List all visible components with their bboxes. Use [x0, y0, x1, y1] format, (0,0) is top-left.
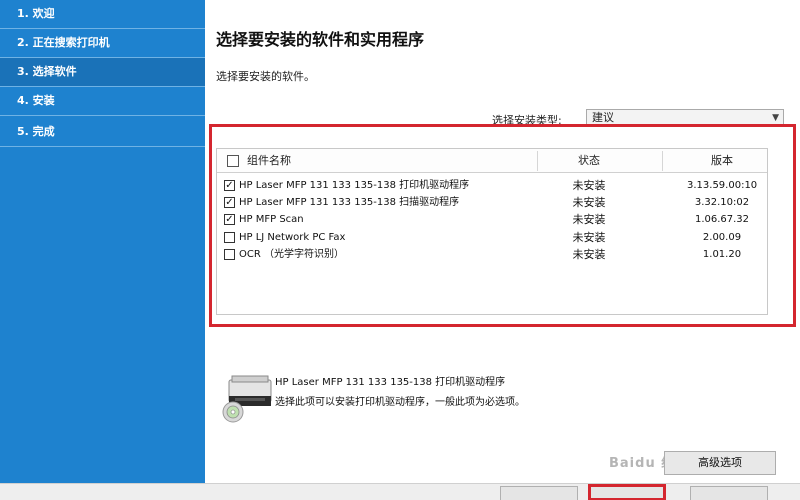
- step-search-printer: 2. 正在搜索打印机: [0, 29, 205, 58]
- column-header-status[interactable]: 状态: [559, 149, 619, 173]
- column-divider[interactable]: [662, 151, 663, 171]
- component-checkbox[interactable]: [224, 249, 235, 260]
- selected-component-description: 选择此项可以安装打印机驱动程序，一般此项为必选项。: [275, 397, 525, 408]
- component-checkbox[interactable]: ✓: [224, 180, 235, 191]
- table-row[interactable]: HP LJ Network PC Fax 未安装 2.00.09: [217, 229, 767, 247]
- main-panel: 选择要安装的软件和实用程序 选择要安装的软件。 选择安装类型: 建议 ▼ 组件名…: [205, 0, 800, 500]
- bottom-button-bar: [0, 483, 800, 500]
- column-header-version[interactable]: 版本: [687, 149, 757, 173]
- page-subtitle: 选择要安装的软件。: [216, 70, 315, 83]
- component-name: HP Laser MFP 131 133 135-138 打印机驱动程序: [239, 180, 470, 191]
- component-version: 3.13.59.00:10: [687, 180, 758, 191]
- component-version: 1.01.20: [702, 249, 742, 260]
- component-name: OCR （光学字符识别）: [239, 249, 344, 260]
- table-row[interactable]: ✓ HP Laser MFP 131 133 135-138 扫描驱动程序 未安…: [217, 194, 767, 212]
- component-checkbox[interactable]: [224, 232, 235, 243]
- step-welcome: 1. 欢迎: [0, 0, 205, 29]
- component-version: 2.00.09: [702, 232, 742, 243]
- table-row[interactable]: OCR （光学字符识别） 未安装 1.01.20: [217, 246, 767, 264]
- component-checkbox[interactable]: ✓: [224, 197, 235, 208]
- component-status: 未安装: [572, 231, 606, 244]
- component-version: 3.32.10:02: [694, 197, 750, 208]
- component-name: HP LJ Network PC Fax: [239, 232, 346, 243]
- install-type-value: 建议: [592, 111, 614, 124]
- select-all-checkbox[interactable]: [227, 155, 239, 167]
- cancel-button[interactable]: [690, 486, 768, 500]
- component-name: HP MFP Scan: [239, 214, 304, 225]
- component-checkbox[interactable]: ✓: [224, 214, 235, 225]
- component-status: 未安装: [572, 248, 606, 261]
- column-divider[interactable]: [537, 151, 538, 171]
- component-table: 组件名称 状态 版本 ✓ HP Laser MFP 131 133 135-13…: [216, 148, 768, 315]
- selected-component-name: HP Laser MFP 131 133 135-138 打印机驱动程序: [275, 377, 506, 388]
- page-title: 选择要安装的软件和实用程序: [216, 30, 425, 49]
- component-version: 1.06.67.32: [694, 214, 750, 225]
- component-name: HP Laser MFP 131 133 135-138 扫描驱动程序: [239, 197, 460, 208]
- advanced-options-button[interactable]: 高级选项: [664, 451, 776, 475]
- step-finish: 5. 完成: [0, 118, 205, 147]
- step-install: 4. 安装: [0, 87, 205, 116]
- next-button[interactable]: [588, 484, 666, 500]
- table-row[interactable]: ✓ HP Laser MFP 131 133 135-138 打印机驱动程序 未…: [217, 177, 767, 195]
- component-status: 未安装: [572, 196, 606, 209]
- component-status: 未安装: [572, 179, 606, 192]
- component-status: 未安装: [572, 213, 606, 226]
- step-sidebar: 1. 欢迎 2. 正在搜索打印机 3. 选择软件 4. 安装 5. 完成: [0, 0, 205, 500]
- step-select-software: 3. 选择软件: [0, 58, 205, 87]
- table-header: 组件名称 状态 版本: [217, 149, 767, 173]
- printer-icon: [222, 375, 272, 423]
- back-button[interactable]: [500, 486, 578, 500]
- table-row[interactable]: ✓ HP MFP Scan 未安装 1.06.67.32: [217, 211, 767, 229]
- column-header-name[interactable]: 组件名称: [247, 149, 291, 173]
